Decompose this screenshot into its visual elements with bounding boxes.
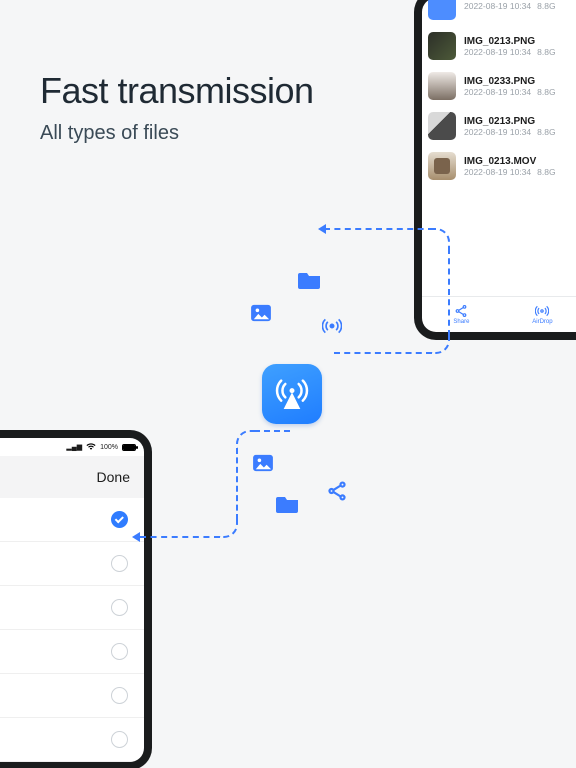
file-date: 2022-08-19 10:34 [464, 127, 531, 137]
app-icon [262, 364, 322, 424]
file-date: 2022-08-19 10:34 [464, 1, 531, 11]
file-thumbnail [428, 72, 456, 100]
picker-row[interactable] [0, 542, 144, 586]
device-frame-right: 2022-08-19 10:34 8.8G IMG_0213.PNG 2022-… [414, 0, 576, 340]
picker-list [0, 498, 144, 762]
device-screen-left: ▂▄▆ 100% Done [0, 438, 144, 762]
radio-icon [111, 599, 128, 616]
picker-row[interactable] [0, 674, 144, 718]
arrow-left-icon [318, 224, 326, 234]
connector-line [334, 352, 432, 354]
file-size: 8.8G [537, 87, 555, 97]
file-thumbnail [428, 32, 456, 60]
connector-line [236, 430, 256, 450]
file-date: 2022-08-19 10:34 [464, 167, 531, 177]
share-icon [454, 304, 468, 318]
file-name: IMG_0233.PNG [464, 76, 556, 87]
file-list: 2022-08-19 10:34 8.8G IMG_0213.PNG 2022-… [422, 0, 576, 296]
hero-subtitle: All types of files [40, 122, 314, 145]
file-row[interactable]: IMG_0213.MOV 2022-08-19 10:34 8.8G [422, 146, 576, 186]
file-name: IMG_0213.PNG [464, 116, 556, 127]
device-frame-left: ▂▄▆ 100% Done [0, 430, 152, 768]
file-thumbnail [428, 112, 456, 140]
connector-line [140, 536, 220, 538]
broadcast-icon [535, 304, 549, 318]
picker-row[interactable] [0, 718, 144, 762]
battery-icon [122, 444, 136, 451]
file-thumbnail [428, 152, 456, 180]
file-row[interactable]: 2022-08-19 10:34 8.8G [422, 0, 576, 26]
file-name: IMG_0213.PNG [464, 36, 556, 47]
radio-checked-icon [111, 511, 128, 528]
share-label: Share [453, 319, 469, 325]
file-size: 8.8G [537, 127, 555, 137]
picker-row[interactable] [0, 586, 144, 630]
connector-line [448, 248, 450, 336]
file-row[interactable]: IMG_0213.PNG 2022-08-19 10:34 8.8G [422, 106, 576, 146]
battery-percent: 100% [100, 444, 118, 451]
file-size: 8.8G [537, 167, 555, 177]
broadcast-icon [322, 316, 342, 336]
bottom-toolbar: Share AirDrop [422, 296, 576, 332]
airdrop-label: AirDrop [532, 319, 552, 325]
signal-icon: ▂▄▆ [66, 443, 82, 451]
arrow-left-icon [132, 532, 140, 542]
airdrop-button[interactable]: AirDrop [532, 304, 552, 325]
picker-row[interactable] [0, 498, 144, 542]
file-name: IMG_0213.MOV [464, 156, 556, 167]
picker-row[interactable] [0, 630, 144, 674]
photo-icon [250, 304, 272, 322]
file-row[interactable]: IMG_0213.PNG 2022-08-19 10:34 8.8G [422, 26, 576, 66]
file-thumbnail [428, 0, 456, 20]
file-date: 2022-08-19 10:34 [464, 87, 531, 97]
device-screen-right: 2022-08-19 10:34 8.8G IMG_0213.PNG 2022-… [422, 0, 576, 332]
done-button[interactable]: Done [97, 469, 130, 485]
share-icon [326, 480, 348, 502]
file-date: 2022-08-19 10:34 [464, 47, 531, 57]
file-row[interactable]: IMG_0233.PNG 2022-08-19 10:34 8.8G [422, 66, 576, 106]
connector-line [218, 518, 238, 538]
broadcast-icon [272, 374, 312, 414]
radio-icon [111, 643, 128, 660]
radio-icon [111, 731, 128, 748]
share-button[interactable]: Share [453, 304, 469, 325]
radio-icon [111, 555, 128, 572]
photo-icon [252, 454, 274, 472]
connector-line [254, 430, 290, 432]
connector-line [324, 228, 434, 230]
picker-header: Done [0, 456, 144, 498]
wifi-icon [86, 442, 96, 452]
file-size: 8.8G [537, 1, 555, 11]
connector-line [236, 448, 238, 520]
folder-icon [298, 270, 322, 290]
hero-title: Fast transmission [40, 70, 314, 112]
radio-icon [111, 687, 128, 704]
file-size: 8.8G [537, 47, 555, 57]
status-bar: ▂▄▆ 100% [0, 438, 144, 456]
connector-line [430, 334, 450, 354]
folder-icon [276, 494, 300, 514]
